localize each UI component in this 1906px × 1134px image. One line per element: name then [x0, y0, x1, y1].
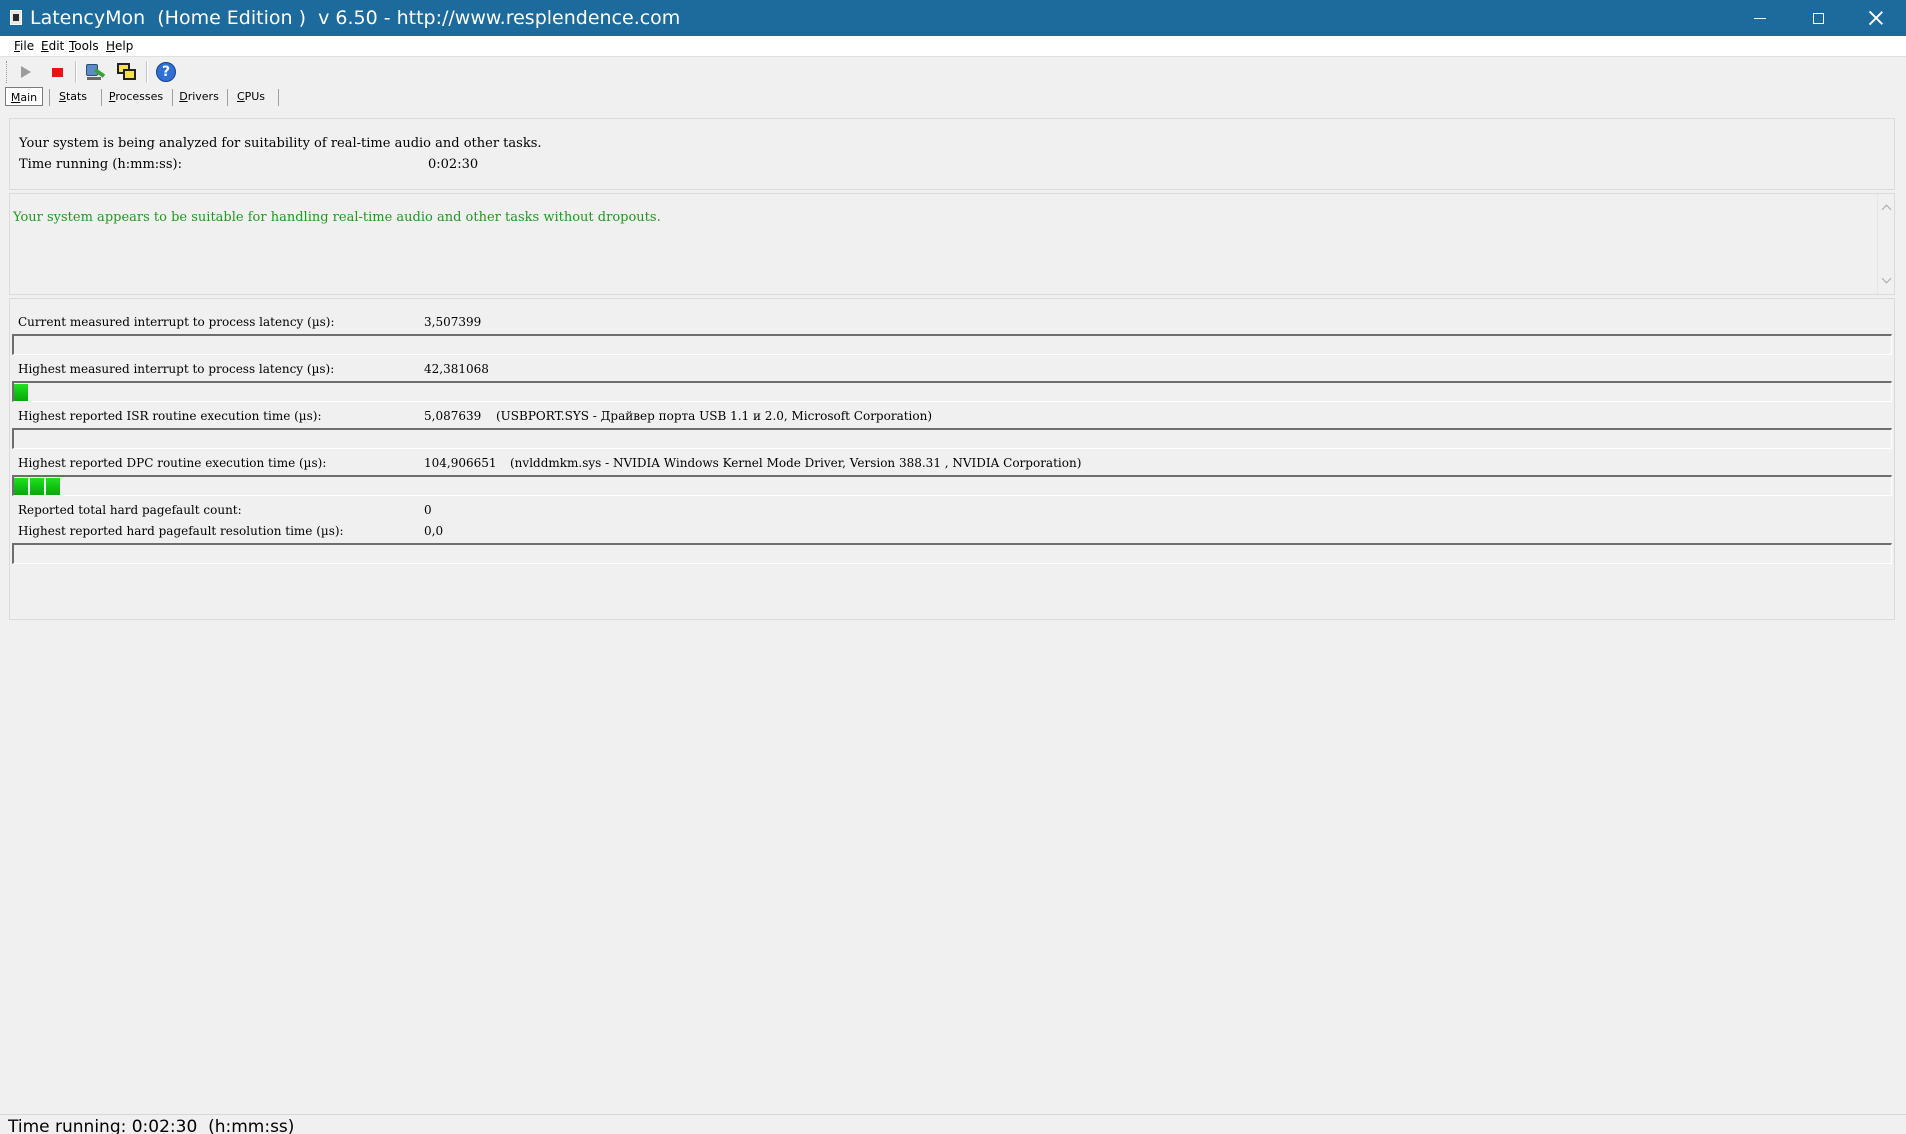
window-title: LatencyMon (Home Edition ) v 6.50 - http…: [30, 7, 681, 29]
start-button[interactable]: [13, 60, 39, 84]
tab-separator: [101, 89, 102, 106]
tab-stats[interactable]: Stats: [55, 87, 91, 106]
bar-segment: [46, 478, 62, 495]
isr-driver-detail: (USBPORT.SYS - Драйвер порта USB 1.1 и 2…: [496, 409, 933, 423]
isr-value: 5,087639: [424, 409, 482, 423]
toolbar: ?: [0, 57, 1906, 87]
bar-segment: [14, 478, 30, 495]
play-icon: [21, 66, 31, 78]
toolbar-grip[interactable]: [6, 61, 9, 83]
stop-button[interactable]: [44, 60, 70, 84]
scroll-up-icon[interactable]: [1881, 204, 1892, 215]
verdict-panel: Your system appears to be suitable for h…: [9, 193, 1895, 295]
analysis-panel: Your system is being analyzed for suitab…: [9, 118, 1895, 190]
app-icon[interactable]: [10, 10, 22, 25]
dpc-label: Highest reported DPC routine execution t…: [18, 456, 327, 470]
pagefault-bar: [12, 543, 1892, 564]
window-icon: [116, 62, 138, 82]
scroll-down-icon[interactable]: [1881, 273, 1892, 284]
close-button[interactable]: [1847, 0, 1905, 36]
tab-cpus[interactable]: CPUs: [233, 87, 269, 106]
close-icon: [1869, 11, 1883, 25]
menu-tools[interactable]: Tools: [69, 38, 99, 54]
menu-help[interactable]: Help: [106, 38, 133, 54]
time-running-label: Time running (h:mm:ss):: [19, 157, 182, 172]
toolbar-separator: [75, 61, 77, 83]
tab-separator: [278, 89, 279, 106]
window-button[interactable]: [114, 60, 140, 84]
analysis-status-text: Your system is being analyzed for suitab…: [19, 136, 542, 151]
current-latency-bar: [12, 334, 1892, 355]
dpc-value: 104,906651: [424, 456, 497, 470]
pagefault-time-label: Highest reported hard pagefault resoluti…: [18, 524, 344, 538]
minimize-button[interactable]: [1731, 0, 1789, 36]
toolbar-separator: [146, 61, 148, 83]
menu-bar: File Edit Tools Help: [0, 36, 1906, 57]
tab-separator: [227, 89, 228, 106]
isr-bar: [12, 428, 1892, 449]
highest-latency-value: 42,381068: [424, 362, 489, 376]
minimize-icon: [1754, 17, 1766, 19]
maximize-icon: [1812, 12, 1824, 24]
title-bar[interactable]: LatencyMon (Home Edition ) v 6.50 - http…: [0, 0, 1906, 36]
current-latency-value: 3,507399: [424, 315, 482, 329]
highest-latency-label: Highest measured interrupt to process la…: [18, 362, 335, 376]
analyze-icon: [84, 62, 106, 82]
pagefault-time-value: 0,0: [424, 524, 444, 538]
menu-edit[interactable]: Edit: [41, 38, 64, 54]
tab-drivers[interactable]: Drivers: [178, 87, 220, 106]
help-button[interactable]: ?: [153, 60, 179, 84]
time-running-value: 0:02:30: [428, 157, 479, 172]
bar-segment: [30, 478, 46, 495]
verdict-text: Your system appears to be suitable for h…: [13, 210, 661, 225]
status-bar: Time running: 0:02:30 (h:mm:ss): [0, 1114, 1906, 1134]
menu-file[interactable]: File: [14, 38, 34, 54]
tab-processes[interactable]: Processes: [108, 87, 164, 106]
highest-latency-bar: [12, 381, 1892, 402]
tab-separator: [49, 89, 50, 106]
tab-strip: Main Stats Processes Drivers CPUs: [0, 87, 1906, 107]
status-text: Time running: 0:02:30 (h:mm:ss): [8, 1117, 295, 1134]
isr-label: Highest reported ISR routine execution t…: [18, 409, 322, 423]
analyze-button[interactable]: [82, 60, 108, 84]
tab-main[interactable]: Main: [5, 87, 43, 106]
verdict-scrollbar[interactable]: [1877, 194, 1894, 294]
pagefault-count-value: 0: [424, 503, 432, 517]
bar-segment: [14, 384, 30, 401]
latencymon-window: LatencyMon (Home Edition ) v 6.50 - http…: [0, 0, 1906, 1134]
tab-separator: [172, 89, 173, 106]
pagefault-count-label: Reported total hard pagefault count:: [18, 503, 242, 517]
dpc-driver-detail: (nvlddmkm.sys - NVIDIA Windows Kernel Mo…: [510, 456, 1082, 470]
maximize-button[interactable]: [1789, 0, 1847, 36]
current-latency-label: Current measured interrupt to process la…: [18, 315, 335, 329]
help-icon: ?: [156, 62, 176, 82]
dpc-bar: [12, 475, 1892, 496]
stop-icon: [51, 67, 63, 77]
